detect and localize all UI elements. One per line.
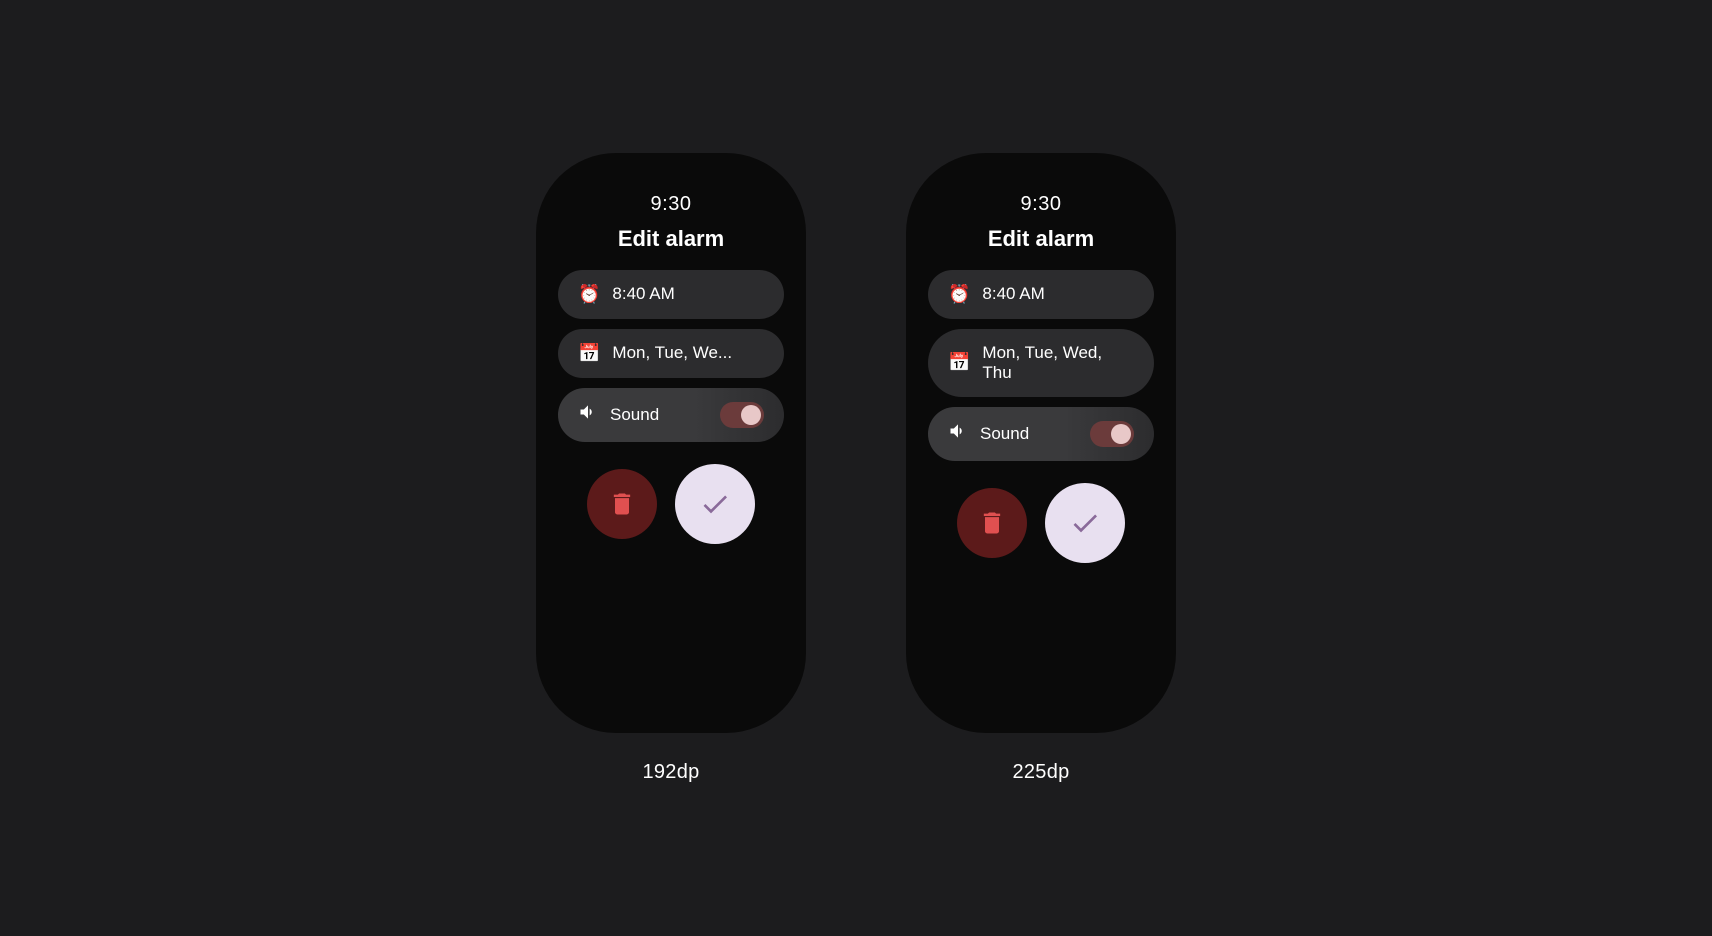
toggle-knob [741, 405, 761, 425]
alarm-clock-icon-2: ⏰ [948, 284, 970, 305]
alarm-clock-icon: ⏰ [578, 284, 600, 305]
alarm-sound-text-2: Sound [980, 424, 1078, 444]
calendar-icon: 📅 [578, 343, 600, 364]
alarm-days-text-2: Mon, Tue, Wed, Thu [982, 343, 1134, 383]
toggle-knob-2 [1111, 424, 1131, 444]
watch-225-body: 9:30 Edit alarm ⏰ 8:40 AM 📅 Mon, Tue, We… [906, 153, 1176, 733]
trash-icon [608, 490, 636, 518]
delete-button[interactable] [587, 469, 657, 539]
watch-225-items: ⏰ 8:40 AM 📅 Mon, Tue, Wed, Thu Sound [928, 270, 1154, 461]
confirm-button[interactable] [675, 464, 755, 544]
alarm-sound-row[interactable]: Sound [558, 388, 784, 442]
watch-192-items: ⏰ 8:40 AM 📅 Mon, Tue, We... Sound [558, 270, 784, 442]
alarm-days-row-2[interactable]: 📅 Mon, Tue, Wed, Thu [928, 329, 1154, 397]
checkmark-icon-2 [1069, 507, 1101, 539]
alarm-time-row-2[interactable]: ⏰ 8:40 AM [928, 270, 1154, 319]
watch-225-time: 9:30 [1021, 193, 1062, 216]
volume-icon [578, 402, 598, 427]
sound-toggle-2[interactable] [1090, 421, 1134, 447]
alarm-sound-row-2[interactable]: Sound [928, 407, 1154, 461]
watch-192-time: 9:30 [651, 193, 692, 216]
watch-225-title: Edit alarm [988, 226, 1094, 252]
calendar-icon-2: 📅 [948, 352, 970, 373]
alarm-sound-text: Sound [610, 405, 708, 425]
watch-225-label: 225dp [1012, 761, 1069, 784]
trash-icon-2 [978, 509, 1006, 537]
watch-192-container: 9:30 Edit alarm ⏰ 8:40 AM 📅 Mon, Tue, We… [536, 153, 806, 784]
alarm-time-text: 8:40 AM [612, 284, 764, 304]
sound-toggle[interactable] [720, 402, 764, 428]
watch-192-title: Edit alarm [618, 226, 724, 252]
alarm-days-row[interactable]: 📅 Mon, Tue, We... [558, 329, 784, 378]
confirm-button-2[interactable] [1045, 483, 1125, 563]
delete-button-2[interactable] [957, 488, 1027, 558]
volume-icon-2 [948, 421, 968, 446]
watch-192-body: 9:30 Edit alarm ⏰ 8:40 AM 📅 Mon, Tue, We… [536, 153, 806, 733]
watch-192-label: 192dp [642, 761, 699, 784]
alarm-time-text-2: 8:40 AM [982, 284, 1134, 304]
watch-192-buttons [587, 464, 755, 544]
watch-225-buttons [957, 483, 1125, 563]
alarm-time-row[interactable]: ⏰ 8:40 AM [558, 270, 784, 319]
alarm-days-text: Mon, Tue, We... [612, 343, 764, 363]
checkmark-icon [699, 488, 731, 520]
watch-225-container: 9:30 Edit alarm ⏰ 8:40 AM 📅 Mon, Tue, We… [906, 153, 1176, 784]
